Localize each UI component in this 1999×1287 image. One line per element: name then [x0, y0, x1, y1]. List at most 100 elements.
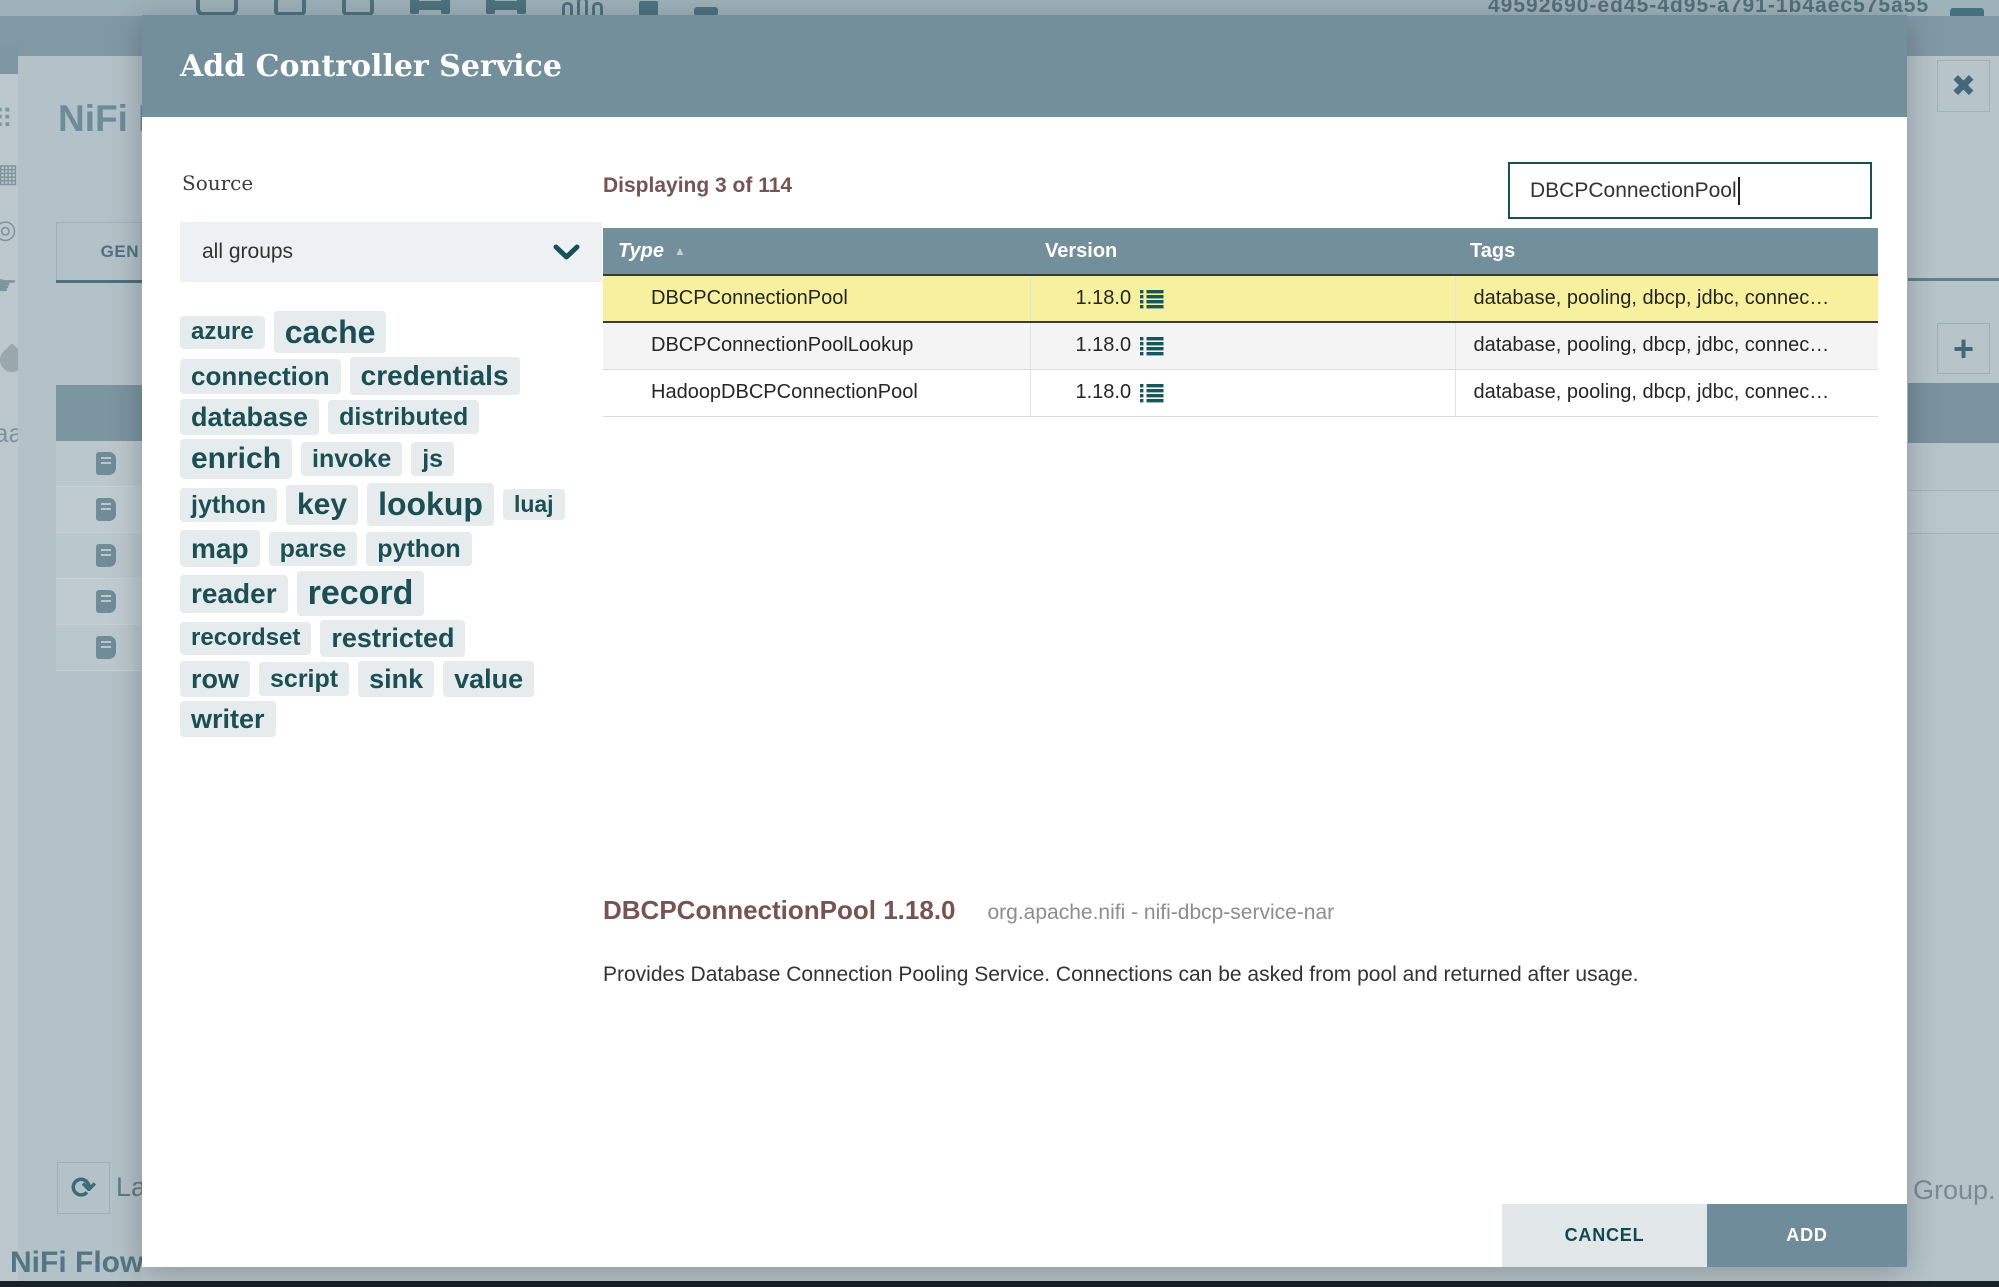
usage-doc-icon [96, 544, 116, 567]
source-selected-value: all groups [202, 240, 294, 263]
cell-version-text: 1.18.0 [1075, 334, 1132, 357]
tag-cloud-row: jython key lookup luaj [180, 483, 630, 526]
service-row[interactable]: DBCPConnectionPoolLookup 1.18.0 database… [603, 322, 1878, 370]
source-select[interactable]: all groups [180, 222, 602, 282]
tag-key[interactable]: key [286, 484, 359, 525]
tag-azure[interactable]: azure [180, 315, 265, 349]
version-list-icon[interactable] [1140, 336, 1164, 356]
service-row-dimmed [56, 441, 142, 487]
new-service-button-dimmed: + [1937, 323, 1990, 374]
tag-parse[interactable]: parse [268, 531, 358, 566]
left-icon-strip: ⠿ ▦ ◎ ☛ aa [0, 44, 29, 1256]
navigate-icon: ◎ [0, 214, 17, 244]
table-header-row: Type ▲ Version Tags [603, 228, 1878, 275]
tab-general: GEN [56, 222, 142, 280]
tag-credentials[interactable]: credentials [349, 357, 520, 395]
group-text: Group. [1913, 1175, 1996, 1205]
template-icon [639, 1, 658, 16]
text-cursor [1737, 176, 1740, 205]
result-count: Displaying 3 of 114 [603, 174, 793, 197]
source-label: Source [182, 171, 254, 195]
screen: 49592690-ed45-4d95-a791-1b4aec575a55 ⠿ ▦… [0, 0, 1999, 1287]
tag-script[interactable]: script [259, 661, 350, 696]
service-rows: DBCPConnectionPool 1.18.0 database, pool… [603, 274, 1878, 417]
nifi-component-toolbar: 49592690-ed45-4d95-a791-1b4aec575a55 [0, 0, 1999, 20]
tag-writer[interactable]: writer [180, 700, 276, 738]
tag-connection[interactable]: connection [180, 358, 341, 394]
breadcrumb: NiFi Flow [10, 1246, 144, 1279]
filter-value: DBCPConnectionPool [1530, 178, 1737, 202]
refresh-button: ⟳ [57, 1162, 110, 1214]
service-row-dimmed [56, 625, 142, 671]
tag-cloud-row: row script sink value [180, 660, 630, 697]
cell-tags: database, pooling, dbcp, jdbc, connec… [1455, 322, 1878, 370]
column-type[interactable]: Type ▲ [603, 228, 1030, 275]
close-icon: ✖ [1950, 69, 1977, 103]
process-group-icon [410, 0, 450, 16]
cell-type: DBCPConnectionPoolLookup [603, 322, 1031, 370]
remote-process-group-icon [486, 0, 526, 16]
close-settings-button: ✖ [1937, 60, 1990, 112]
tag-sink[interactable]: sink [358, 660, 435, 697]
usage-doc-icon [96, 498, 116, 521]
tag-python[interactable]: python [366, 531, 472, 566]
cell-type: DBCPConnectionPool [603, 274, 1031, 323]
tag-cloud: azure cache connection credentials database d… [180, 311, 630, 741]
service-row[interactable]: HadoopDBCPConnectionPool 1.18.0 database… [603, 369, 1878, 417]
tag-invoke[interactable]: invoke [301, 442, 403, 477]
tag-cloud-row: reader record [180, 571, 630, 617]
dialog-title: Add Controller Service [142, 15, 1907, 117]
tag-enrich[interactable]: enrich [180, 439, 293, 480]
chevron-down-icon [553, 244, 580, 259]
tag-cloud-row: recordset restricted [180, 620, 630, 657]
usage-doc-icon [96, 452, 116, 475]
service-row-dimmed [56, 579, 142, 625]
plus-icon: + [1952, 327, 1975, 369]
tag-restricted[interactable]: restricted [320, 620, 466, 657]
selected-type-title: DBCPConnectionPool 1.18.0 [603, 895, 956, 925]
tag-cloud-row: database distributed [180, 398, 630, 436]
funnel-icon [562, 0, 603, 16]
grid-icon: ⠿ [0, 104, 14, 134]
tag-record[interactable]: record [296, 571, 425, 617]
tag-cloud-row: writer [180, 700, 630, 738]
cell-tags: database, pooling, dbcp, jdbc, connec… [1455, 369, 1878, 417]
tag-reader[interactable]: reader [180, 574, 288, 613]
tag-jython[interactable]: jython [180, 487, 277, 522]
service-row[interactable]: DBCPConnectionPool 1.18.0 database, pool… [603, 274, 1878, 323]
tag-lookup[interactable]: lookup [367, 483, 494, 526]
cell-type: HadoopDBCPConnectionPool [603, 369, 1031, 417]
tag-distributed[interactable]: distributed [328, 400, 480, 435]
version-list-icon[interactable] [1140, 383, 1164, 403]
tag-js[interactable]: js [411, 442, 455, 477]
output-port-icon [342, 0, 374, 16]
service-types-table: Type ▲ Version Tags DBCPConnectionPool 1.… [603, 228, 1878, 417]
version-list-icon[interactable] [1140, 289, 1164, 309]
hand-icon: ☛ [0, 270, 18, 300]
selected-type-description: Provides Database Connection Pooling Ser… [603, 963, 1639, 986]
tag-value[interactable]: value [443, 660, 535, 697]
add-button[interactable]: ADD [1707, 1204, 1907, 1267]
status-bar [0, 1281, 1999, 1287]
cancel-button[interactable]: CANCEL [1502, 1204, 1707, 1267]
filter-input[interactable]: DBCPConnectionPool [1508, 162, 1872, 219]
services-table-header-dimmed [56, 385, 142, 441]
cell-version-text: 1.18.0 [1075, 287, 1132, 309]
settings-page-right-edge: ✖ + Group. [1908, 56, 1999, 1282]
sort-asc-icon: ▲ [673, 243, 686, 258]
tag-recordset[interactable]: recordset [180, 621, 312, 655]
processor-icon [196, 0, 238, 16]
refresh-icon: ⟳ [70, 1171, 97, 1205]
selected-type-bundle: org.apache.nifi - nifi-dbcp-service-nar [987, 901, 1335, 924]
tag-cache[interactable]: cache [273, 311, 387, 354]
tag-map[interactable]: map [180, 529, 260, 568]
column-version: Version [1030, 228, 1455, 275]
tag-row[interactable]: row [180, 660, 251, 697]
usage-doc-icon [96, 590, 116, 613]
settings-page-left-edge: NiFi F GEN ⟳ La NiFi Flow [10, 56, 161, 1282]
input-port-icon [274, 0, 306, 16]
service-row-dimmed [56, 487, 142, 533]
tag-database[interactable]: database [180, 398, 320, 436]
tag-luaj[interactable]: luaj [502, 488, 565, 521]
tag-cloud-row: map parse python [180, 529, 630, 568]
